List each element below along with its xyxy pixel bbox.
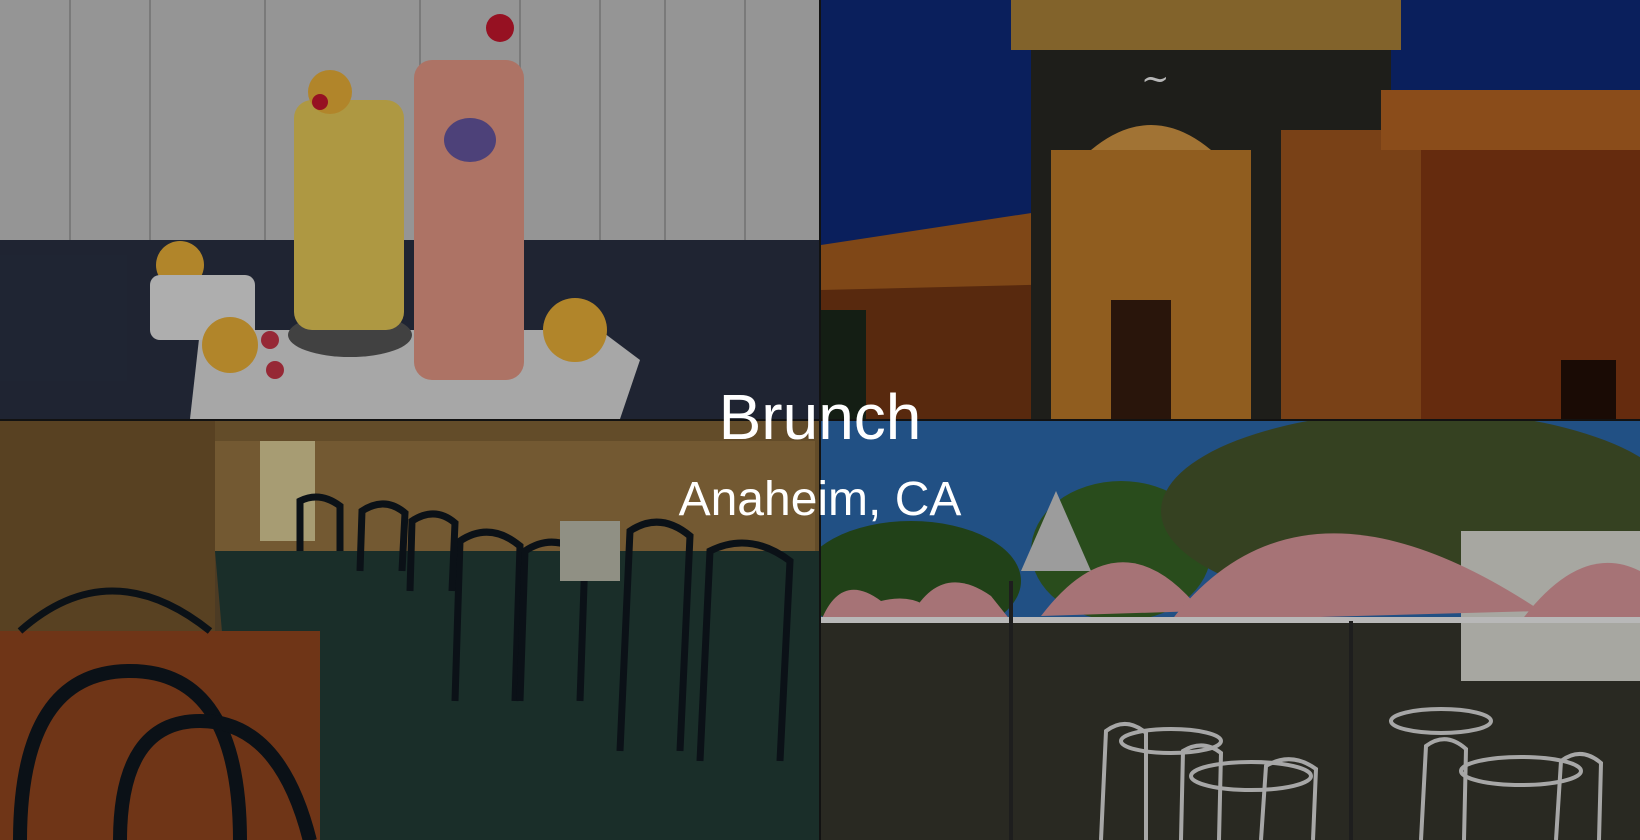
location-subtitle: Anaheim, CA xyxy=(678,473,962,526)
restaurant-exterior-photo: ~ xyxy=(821,0,1640,419)
page-title: Brunch xyxy=(718,381,922,453)
photo-collage: ~ Brunch Anaheim, CA xyxy=(0,0,1640,840)
svg-text:~: ~ xyxy=(1141,59,1170,99)
drinks-photo xyxy=(0,0,819,419)
